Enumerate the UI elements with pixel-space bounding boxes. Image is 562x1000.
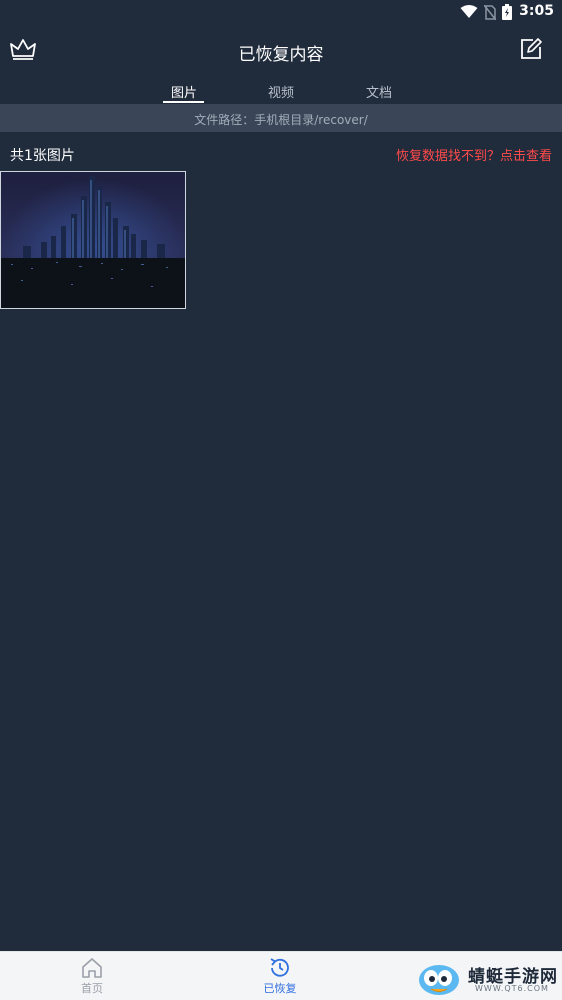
image-count-label: 共1张图片 [10,148,75,164]
file-path-text: 文件路径：手机根目录/recover/ [194,113,368,127]
tab-documents[interactable]: 文档 [366,82,392,101]
no-sim-icon [484,4,496,20]
page-title: 已恢复内容 [238,45,324,65]
status-icons [460,4,512,20]
recovery-help-link[interactable]: 恢复数据找不到？点击查看 [396,145,552,164]
home-icon [82,958,102,978]
tab-images[interactable]: 图片 [171,82,197,101]
path-bar: 文件路径：手机根目录/recover/ [0,104,562,132]
wifi-icon [460,5,478,18]
status-bar: 3:05 [0,0,562,24]
nav-recovered-label: 已恢复 [263,982,297,995]
recovered-image-thumbnail[interactable] [0,171,186,309]
app-bar: 已恢复内容 [0,24,562,76]
nav-home-label: 首页 [81,982,103,995]
status-time: 3:05 [519,3,554,19]
watermark-logo: 蜻蜓手游网 WWW.QT6.COM [413,958,562,999]
dragonfly-mascot-icon [419,965,459,995]
battery-icon [502,4,512,20]
history-icon [270,958,289,977]
tab-active-indicator [163,101,204,103]
tab-bar: 图片 视频 文档 [0,80,562,104]
tab-videos[interactable]: 视频 [268,82,294,101]
nav-home[interactable]: 首页 [52,956,132,996]
watermark-url: WWW.QT6.COM [475,984,549,993]
city-night-image [1,172,185,308]
nav-recovered[interactable]: 已恢复 [240,956,320,996]
edit-icon[interactable] [520,38,542,60]
